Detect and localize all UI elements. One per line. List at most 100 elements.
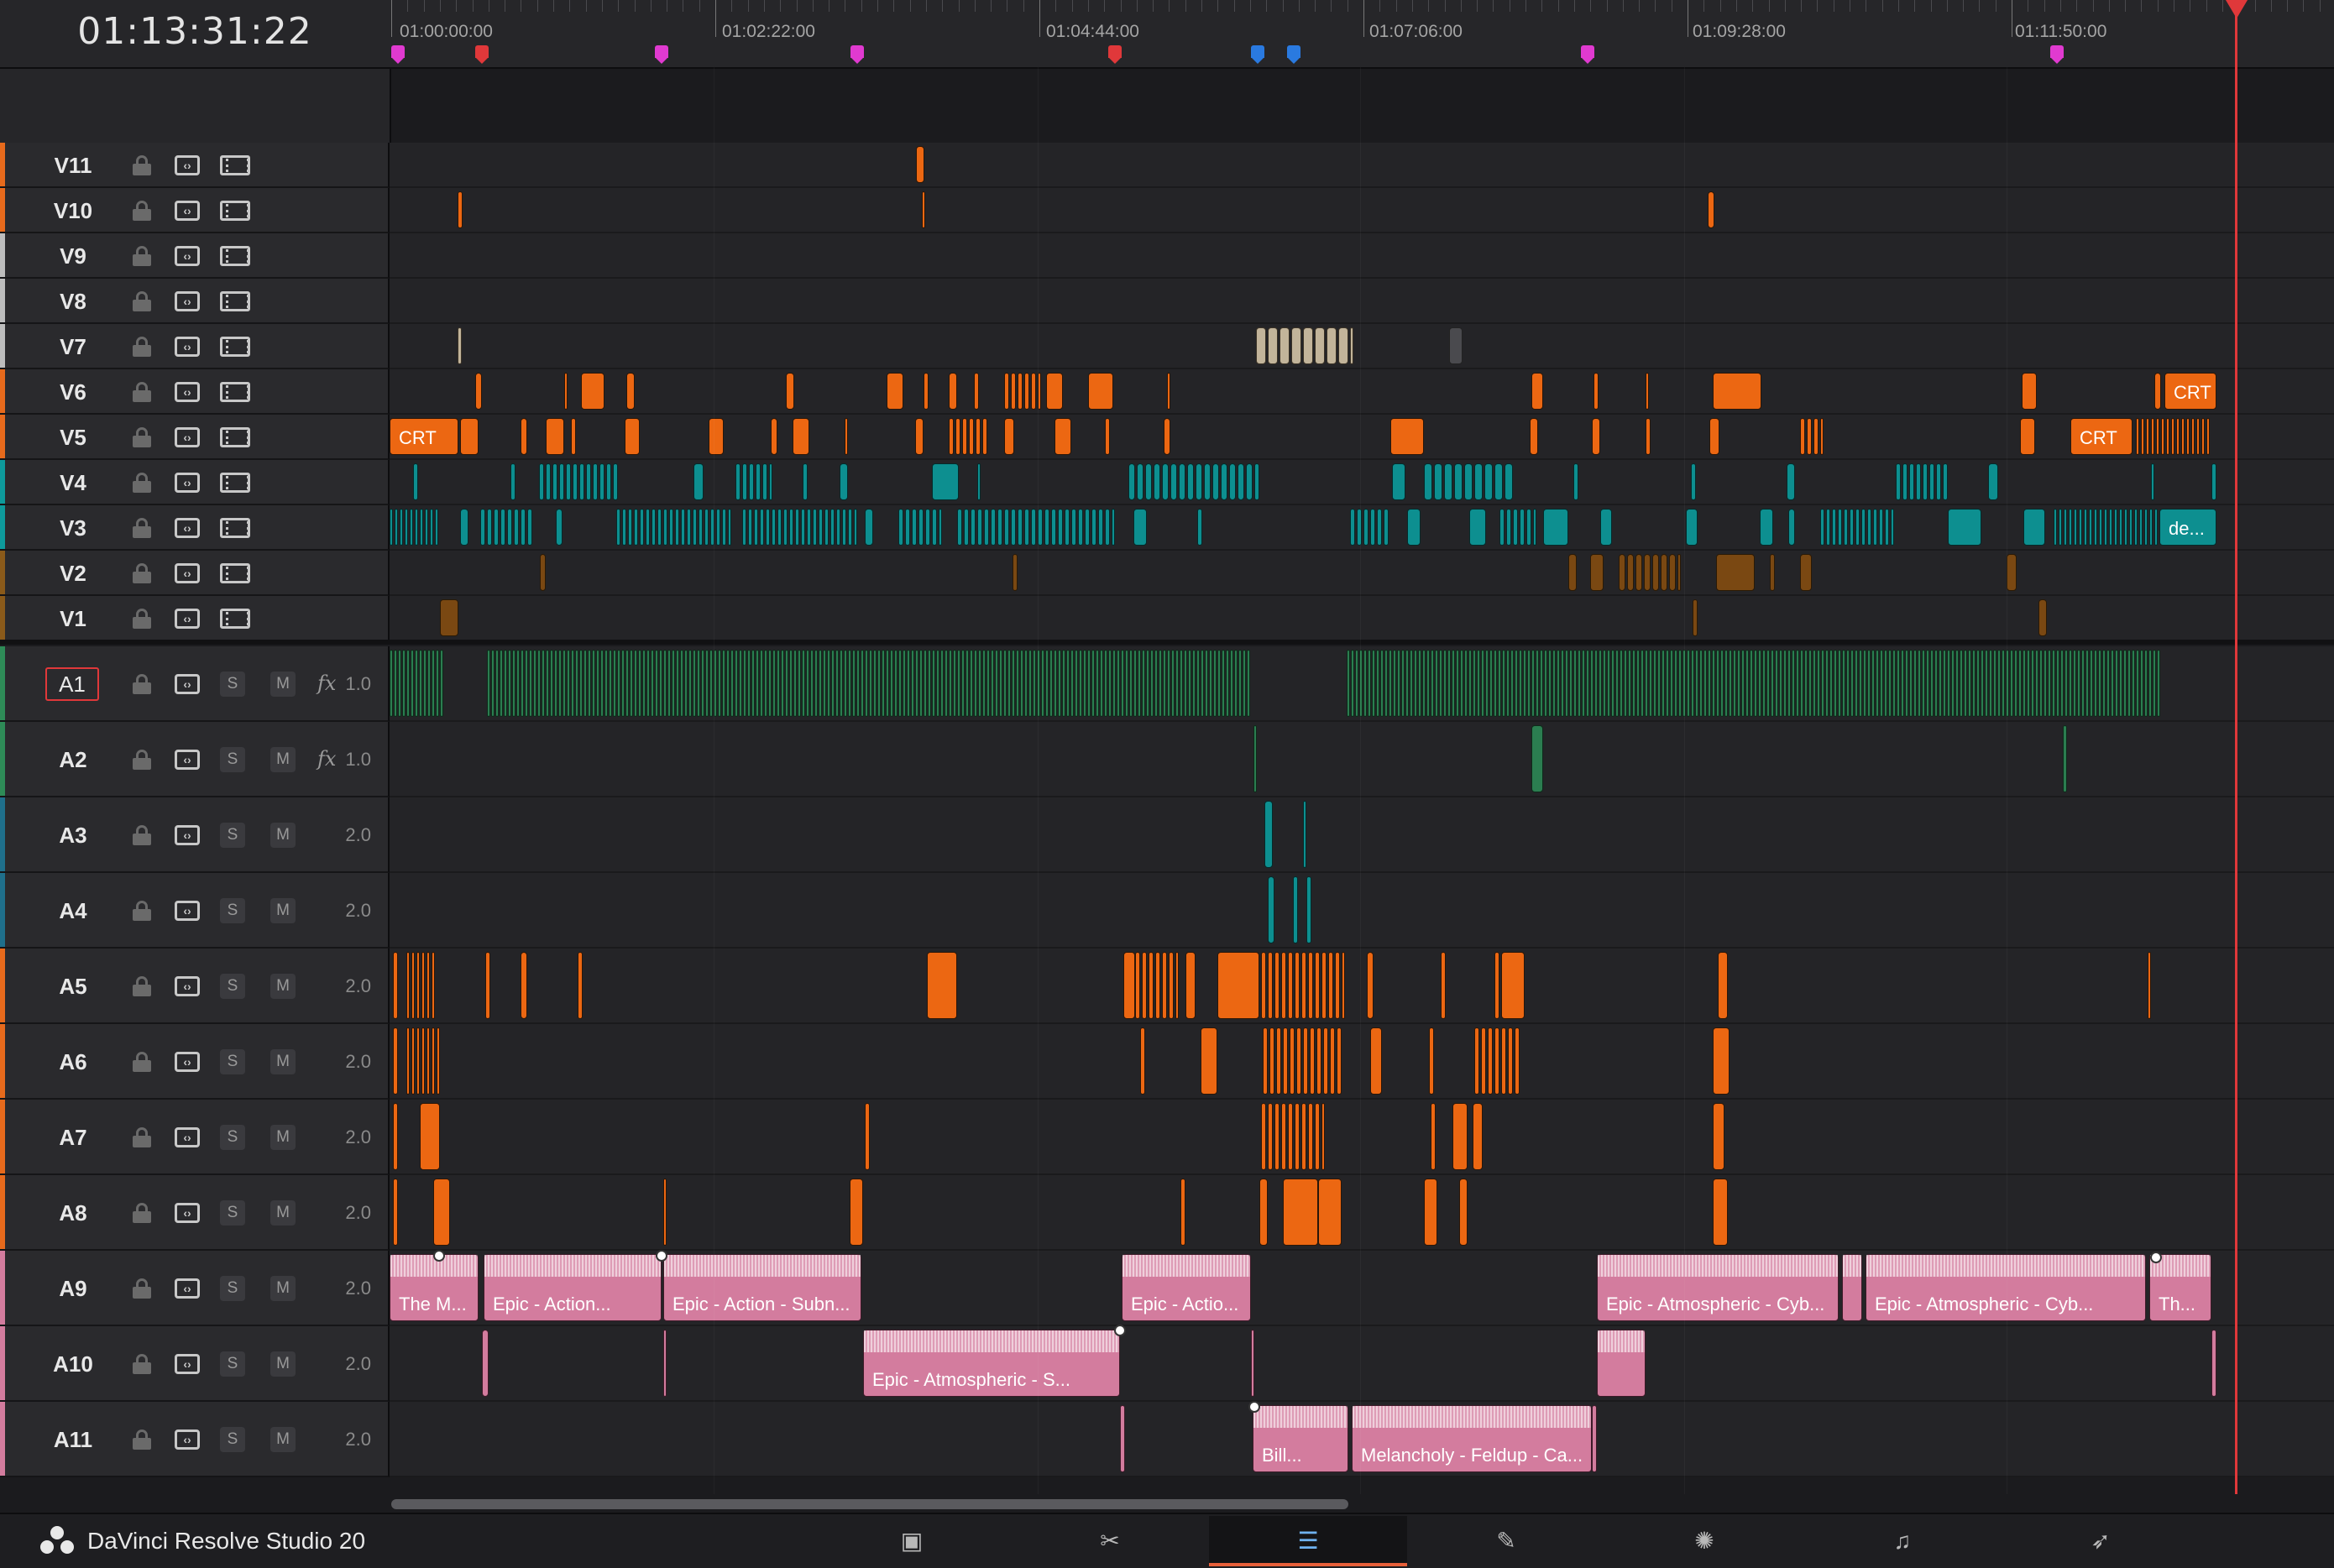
timeline-clip[interactable] [437,1027,440,1095]
timeline-clip[interactable] [2119,509,2122,546]
timeline-clip[interactable] [642,650,646,717]
timeline-clip[interactable]: Epic - Atmospheric - Cyb... [1866,1254,2146,1321]
timeline-clip[interactable] [436,650,439,717]
timeline-clip[interactable] [1310,1027,1315,1095]
timeline-clip[interactable] [1401,650,1405,717]
timeline-clip[interactable] [592,650,595,717]
timeline-clip[interactable] [521,650,524,717]
timeline-clip[interactable] [1065,509,1070,546]
timeline-clip[interactable] [924,650,927,717]
timeline-clip[interactable] [1820,418,1824,455]
track-name[interactable]: A2 [52,747,94,773]
auto-select-icon[interactable]: ‹› [175,901,200,921]
timeline-clip[interactable] [1923,463,1928,500]
timeline-clip[interactable] [1441,952,1446,1019]
timeline-clip[interactable] [697,650,700,717]
timeline-clip[interactable] [764,650,767,717]
timeline-clip[interactable] [398,650,401,717]
timeline-clip[interactable] [540,554,546,591]
timeline-clip[interactable] [480,509,485,546]
auto-select-icon[interactable]: ‹› [175,563,200,583]
timeline-clip[interactable] [684,650,688,717]
lock-track-icon[interactable] [133,473,151,493]
timeline-clip[interactable] [1901,650,1904,717]
timeline-clip[interactable] [1515,1027,1520,1095]
timeline-clip[interactable] [1128,463,1135,500]
timeline-clip[interactable] [1826,509,1830,546]
timeline-clip[interactable] [726,650,730,717]
timeline-clip[interactable] [1628,650,1631,717]
auto-select-icon[interactable]: ‹› [175,825,200,845]
timeline-clip[interactable] [1335,952,1340,1019]
timeline-clip[interactable] [991,650,994,717]
timeline-clip[interactable] [646,509,650,546]
timeline-clip[interactable] [2166,418,2169,455]
timeline-clip[interactable] [1011,373,1016,410]
timeline-clip[interactable] [1221,463,1227,500]
timeline-clip[interactable] [2084,509,2087,546]
timeline-clip[interactable] [709,418,724,455]
timeline-clip[interactable] [2052,650,2055,717]
playhead-line[interactable] [2235,0,2237,1494]
solo-button[interactable]: S [220,974,245,999]
timeline-clip[interactable] [566,463,571,500]
solo-button[interactable]: S [220,898,245,923]
timeline-clip[interactable] [1146,650,1149,717]
timeline-clip[interactable] [1012,650,1015,717]
lock-track-icon[interactable] [133,246,151,266]
timeline-clip[interactable] [1377,509,1382,546]
timeline-clip[interactable] [1947,650,1950,717]
timeline-clip[interactable] [1842,1254,1862,1321]
timeline-clip[interactable] [925,509,930,546]
timeline-clip[interactable] [749,463,754,500]
timeline-clip[interactable] [1330,1027,1335,1095]
timeline-clip[interactable] [2148,952,2151,1019]
scrollbar-thumb[interactable] [391,1499,1348,1509]
timeline-clip[interactable] [922,191,925,228]
timeline-clip[interactable] [599,463,604,500]
timeline-clip[interactable]: The M... [390,1254,479,1321]
timeline-clip[interactable] [2056,650,2059,717]
timeline-clip[interactable] [887,373,903,410]
lock-track-icon[interactable] [133,1203,151,1223]
timeline-clip[interactable] [1880,650,1883,717]
timeline-clip[interactable] [1506,650,1510,717]
timeline-clip[interactable] [1070,650,1074,717]
timeline-clip[interactable] [898,509,903,546]
timeline-clip[interactable] [416,1027,420,1095]
lock-track-icon[interactable] [133,1052,151,1072]
timeline-clip[interactable] [801,509,805,546]
timeline-clip[interactable] [915,418,924,455]
timeline-clip[interactable] [1212,463,1219,500]
timeline-clip[interactable] [626,373,635,410]
timeline-clip[interactable] [640,509,644,546]
timeline-clip[interactable] [2073,650,2076,717]
auto-select-icon[interactable]: ‹› [175,201,200,221]
timeline-clip[interactable] [1196,463,1202,500]
timeline-clip[interactable] [2146,418,2149,455]
timeline-clip[interactable] [485,952,490,1019]
timeline-clip[interactable] [1170,463,1177,500]
lock-track-icon[interactable] [133,1354,151,1374]
timeline-clip[interactable] [1745,650,1749,717]
timeline-clip[interactable]: Epic - Action... [484,1254,662,1321]
timeline-clip[interactable] [2139,509,2143,546]
lock-track-icon[interactable] [133,155,151,175]
timeline-clip[interactable] [663,509,667,546]
timeline-clip[interactable] [1004,373,1009,410]
timeline-clip[interactable] [663,1330,667,1397]
timeline-clip[interactable] [1196,650,1200,717]
timeline-clip[interactable] [1657,650,1661,717]
timeline-clip[interactable] [1338,327,1348,364]
track-lane-a6[interactable] [390,1024,2334,1100]
timeline-clip[interactable] [1592,418,1600,455]
timeline-clip[interactable] [1687,650,1690,717]
disable-video-track-icon[interactable] [220,609,250,629]
timeline-clip[interactable] [2123,650,2127,717]
timeline-clip[interactable] [1635,554,1642,591]
timeline-clip[interactable] [1133,509,1147,546]
timeline-clip[interactable] [1474,1027,1479,1095]
timeline-clip[interactable] [785,650,788,717]
timeline-clip[interactable] [2031,650,2034,717]
timeline-clip[interactable] [2069,509,2072,546]
